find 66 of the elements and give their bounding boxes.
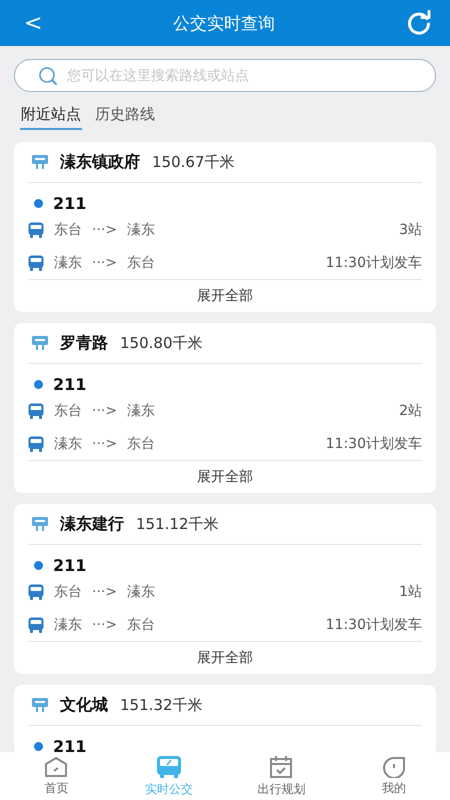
line-dot (34, 198, 43, 208)
nav-item[interactable]: 首页 (0, 752, 112, 800)
refresh-icon[interactable] (406, 10, 432, 36)
route-to: 溱东 (127, 582, 156, 600)
bus-icon (28, 616, 44, 632)
bus-icon (28, 222, 44, 238)
line-dot (34, 742, 43, 750)
line-number: 211 (53, 374, 86, 394)
line-dot (34, 560, 43, 570)
route-to: 东台 (127, 616, 156, 634)
line-number: 211 (53, 736, 86, 752)
bus-icon (28, 436, 44, 452)
station-name: 溱东镇政府 (60, 152, 140, 172)
route-from: 东台 (54, 582, 82, 600)
home-icon (44, 756, 68, 778)
expand-all-button[interactable]: 展开全部 (28, 280, 422, 312)
tab[interactable]: 附近站点 (20, 105, 82, 130)
nav-item[interactable]: 出行规划 (225, 752, 338, 800)
route-info: 3站 (399, 220, 422, 238)
search-icon (38, 66, 58, 86)
page-title: 公交实时查询 (173, 12, 276, 34)
route-from: 溱东 (54, 254, 82, 272)
station-name: 溱东建行 (60, 514, 124, 534)
bus-stop-icon (32, 517, 48, 531)
line-number: 211 (53, 556, 86, 574)
route-arrow: ···> (92, 584, 118, 600)
station-distance: 151.32千米 (120, 696, 202, 714)
bus-icon (156, 754, 182, 778)
route-info: 11:30计划发车 (326, 616, 422, 634)
route-from: 东台 (54, 220, 82, 238)
route-to: 溱东 (127, 402, 156, 420)
route-info: 2站 (399, 402, 422, 420)
search-field[interactable]: 您可以在这里搜索路线或站点 (14, 59, 436, 92)
route-info: 11:30计划发车 (326, 434, 422, 452)
bus-icon (28, 584, 44, 600)
route-arrow: ···> (92, 616, 118, 632)
bus-stop-icon (32, 698, 48, 712)
station-distance: 150.80千米 (120, 334, 202, 352)
station-distance: 150.67千米 (152, 152, 234, 172)
bus-stop-icon (32, 155, 48, 169)
route-info: 1站 (399, 582, 422, 600)
station-name: 文化城 (60, 694, 108, 716)
bus-icon (28, 254, 44, 270)
station-distance: 151.12千米 (136, 514, 218, 534)
route-from: 溱东 (54, 434, 82, 452)
tab[interactable]: 历史路线 (94, 105, 156, 130)
back-button[interactable]: < (24, 10, 42, 36)
route-info: 11:30计划发车 (326, 254, 422, 272)
route-arrow: ···> (92, 222, 118, 238)
route-arrow: ···> (92, 402, 118, 418)
expand-all-button[interactable]: 展开全部 (28, 642, 422, 674)
line-dot (34, 380, 43, 388)
route-arrow: ···> (92, 436, 118, 452)
line-number: 211 (53, 194, 86, 212)
calendar-icon (269, 754, 294, 778)
route-from: 溱东 (54, 616, 82, 634)
expand-all-button[interactable]: 展开全部 (28, 461, 422, 493)
route-arrow: ···> (92, 254, 118, 270)
station-name: 罗青路 (60, 332, 108, 354)
route-from: 东台 (54, 402, 82, 420)
route-to: 东台 (127, 254, 156, 272)
route-to: 东台 (127, 434, 156, 452)
bus-icon (28, 402, 44, 418)
route-to: 溱东 (127, 220, 156, 238)
nav-item[interactable]: 我的 (338, 752, 450, 800)
bus-stop-icon (32, 336, 48, 350)
